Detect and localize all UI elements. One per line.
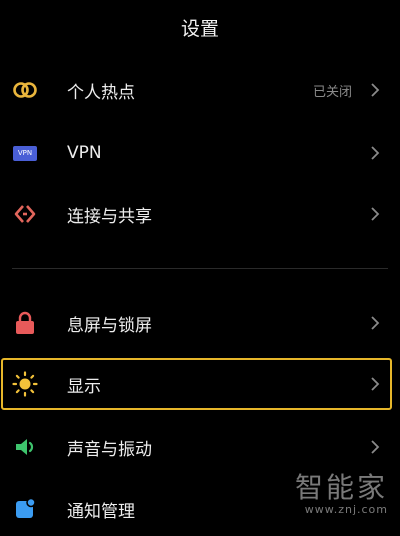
- notification-icon: [12, 496, 38, 522]
- page-title: 设置: [180, 18, 219, 40]
- settings-item-lock-screen[interactable]: 息屏与锁屏: [0, 296, 400, 350]
- settings-item-label: 声音与振动: [67, 439, 152, 460]
- chevron-right-icon: [371, 146, 380, 160]
- settings-item-label: VPN: [67, 143, 102, 163]
- settings-item-label: 通知管理: [67, 501, 135, 522]
- vpn-icon: VPN: [12, 140, 38, 166]
- chevron-right-icon: [371, 207, 380, 221]
- share-icon: [12, 201, 38, 227]
- section-divider: [12, 268, 388, 269]
- settings-item-sound-vibration[interactable]: 声音与振动: [0, 420, 400, 474]
- chevron-right-icon: [371, 83, 380, 97]
- settings-item-label: 连接与共享: [67, 206, 152, 227]
- watermark: 智能家 www.znj.com: [294, 471, 388, 517]
- speaker-icon: [12, 434, 38, 460]
- highlight-frame: [1, 358, 392, 410]
- settings-item-label: 息屏与锁屏: [67, 315, 152, 336]
- vpn-icon-text: VPN: [13, 145, 37, 161]
- settings-item-label: 个人热点: [67, 82, 135, 103]
- watermark-logo-text: 智能家: [294, 471, 388, 504]
- chevron-right-icon: [371, 440, 380, 454]
- watermark-url: www.znj.com: [304, 503, 388, 516]
- hotspot-icon: [12, 77, 38, 103]
- chevron-right-icon: [371, 316, 380, 330]
- lock-icon: [12, 310, 38, 336]
- settings-item-hotspot[interactable]: 个人热点 已关闭: [0, 63, 400, 117]
- settings-item-vpn[interactable]: VPN VPN: [0, 126, 400, 180]
- settings-item-connection-sharing[interactable]: 连接与共享: [0, 187, 400, 241]
- hotspot-status: 已关闭: [312, 84, 352, 100]
